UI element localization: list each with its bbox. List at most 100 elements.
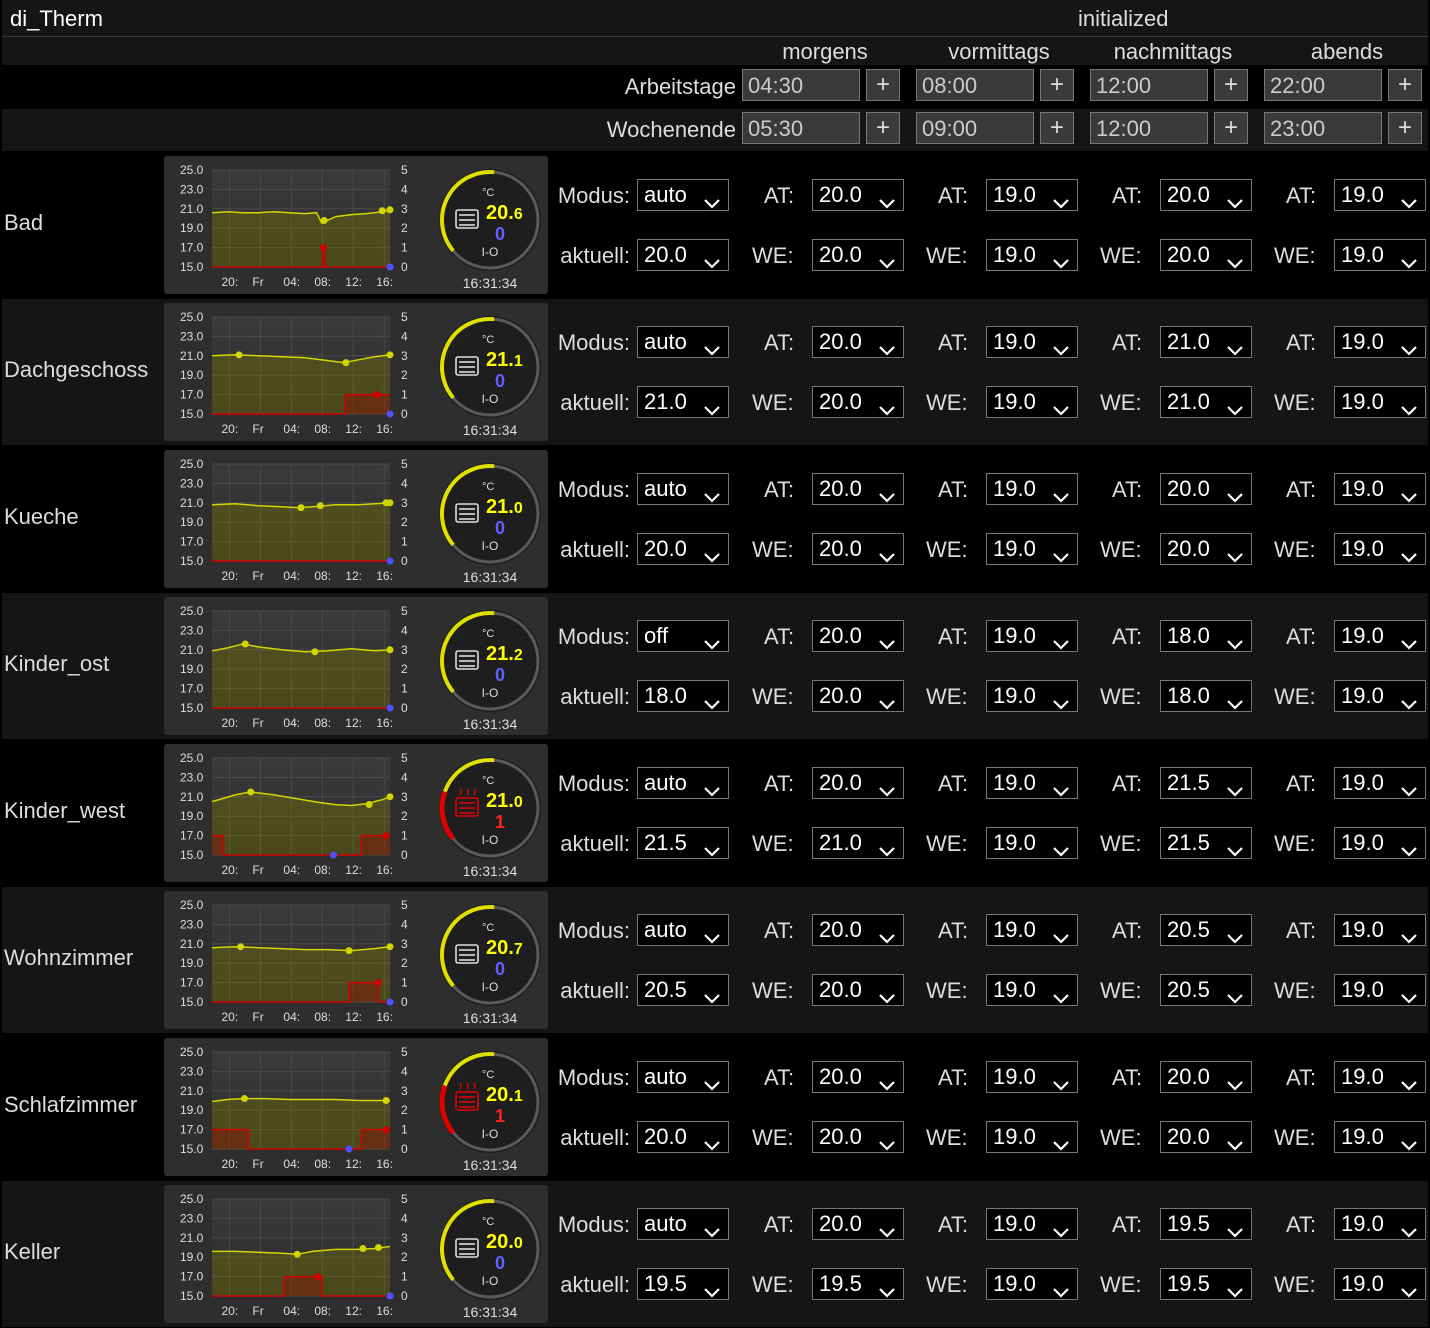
we-select[interactable]: 19.0 — [986, 1121, 1078, 1153]
room-status-panel[interactable]: 25.0 23.0 21.0 19.0 17.0 15.0 5 4 3 2 1 0 20: Fr 04: 08… — [164, 597, 548, 735]
add-time-button[interactable]: + — [1040, 112, 1074, 144]
we-select[interactable]: 20.0 — [1160, 1121, 1252, 1153]
add-time-button[interactable]: + — [1388, 69, 1422, 101]
we-select[interactable]: 19.5 — [812, 1268, 904, 1300]
modus-select[interactable]: auto — [637, 914, 729, 946]
at-select[interactable]: 19.0 — [986, 1061, 1078, 1093]
modus-select[interactable]: off — [637, 620, 729, 652]
room-status-panel[interactable]: 25.0 23.0 21.0 19.0 17.0 15.0 5 4 3 2 1 0 20: Fr 04: 08… — [164, 891, 548, 1029]
aktuell-select[interactable]: 20.0 — [637, 533, 729, 565]
we-select[interactable]: 19.0 — [986, 386, 1078, 418]
time-input[interactable]: 05:30 — [742, 112, 860, 144]
room-status-panel[interactable]: 25.0 23.0 21.0 19.0 17.0 15.0 5 4 3 2 1 0 20: Fr 04: 08… — [164, 156, 548, 294]
at-select[interactable]: 19.0 — [986, 326, 1078, 358]
aktuell-select[interactable]: 20.0 — [637, 1121, 729, 1153]
at-select[interactable]: 19.0 — [986, 1208, 1078, 1240]
room-status-panel[interactable]: 25.0 23.0 21.0 19.0 17.0 15.0 5 4 3 2 1 0 20: Fr 04: 08… — [164, 744, 548, 882]
add-time-button[interactable]: + — [1040, 69, 1074, 101]
at-select[interactable]: 19.0 — [986, 620, 1078, 652]
room-status-panel[interactable]: 25.0 23.0 21.0 19.0 17.0 15.0 5 4 3 2 1 0 20: Fr 04: 08… — [164, 1185, 548, 1323]
we-select[interactable]: 19.0 — [1334, 680, 1426, 712]
modus-select[interactable]: auto — [637, 1208, 729, 1240]
time-input[interactable]: 12:00 — [1090, 112, 1208, 144]
room-status-panel[interactable]: 25.0 23.0 21.0 19.0 17.0 15.0 5 4 3 2 1 0 20: Fr 04: 08… — [164, 450, 548, 588]
we-select[interactable]: 19.0 — [1334, 386, 1426, 418]
time-input[interactable]: 04:30 — [742, 69, 860, 101]
at-select[interactable]: 21.5 — [1160, 767, 1252, 799]
at-select[interactable]: 20.0 — [812, 1061, 904, 1093]
at-select[interactable]: 20.0 — [812, 473, 904, 505]
we-select[interactable]: 20.0 — [1160, 239, 1252, 271]
at-select[interactable]: 19.0 — [986, 914, 1078, 946]
at-select[interactable]: 20.0 — [1160, 473, 1252, 505]
at-select[interactable]: 20.0 — [812, 620, 904, 652]
at-select[interactable]: 19.0 — [1334, 1061, 1426, 1093]
we-select[interactable]: 19.0 — [986, 827, 1078, 859]
at-select[interactable]: 20.0 — [812, 767, 904, 799]
aktuell-select[interactable]: 21.0 — [637, 386, 729, 418]
at-select[interactable]: 19.0 — [1334, 473, 1426, 505]
at-select[interactable]: 19.5 — [1160, 1208, 1252, 1240]
at-select[interactable]: 19.0 — [1334, 326, 1426, 358]
aktuell-select[interactable]: 20.0 — [637, 239, 729, 271]
we-select[interactable]: 19.0 — [1334, 827, 1426, 859]
we-select[interactable]: 18.0 — [1160, 680, 1252, 712]
aktuell-select[interactable]: 21.5 — [637, 827, 729, 859]
time-input[interactable]: 09:00 — [916, 112, 1034, 144]
we-select[interactable]: 21.0 — [1160, 386, 1252, 418]
we-select[interactable]: 19.0 — [986, 974, 1078, 1006]
time-input[interactable]: 22:00 — [1264, 69, 1382, 101]
time-input[interactable]: 12:00 — [1090, 69, 1208, 101]
modus-select[interactable]: auto — [637, 767, 729, 799]
time-input[interactable]: 08:00 — [916, 69, 1034, 101]
aktuell-select[interactable]: 19.5 — [637, 1268, 729, 1300]
room-status-panel[interactable]: 25.0 23.0 21.0 19.0 17.0 15.0 5 4 3 2 1 0 20: Fr 04: 08… — [164, 303, 548, 441]
add-time-button[interactable]: + — [1388, 112, 1422, 144]
at-select[interactable]: 21.0 — [1160, 326, 1252, 358]
at-select[interactable]: 18.0 — [1160, 620, 1252, 652]
add-time-button[interactable]: + — [1214, 112, 1248, 144]
at-select[interactable]: 20.0 — [1160, 1061, 1252, 1093]
at-select[interactable]: 20.0 — [812, 914, 904, 946]
at-select[interactable]: 19.0 — [1334, 620, 1426, 652]
modus-select[interactable]: auto — [637, 473, 729, 505]
we-select[interactable]: 19.0 — [986, 533, 1078, 565]
at-select[interactable]: 19.0 — [1334, 1208, 1426, 1240]
we-select[interactable]: 20.0 — [812, 680, 904, 712]
aktuell-select[interactable]: 18.0 — [637, 680, 729, 712]
we-select[interactable]: 19.0 — [1334, 239, 1426, 271]
modus-select[interactable]: auto — [637, 326, 729, 358]
we-select[interactable]: 19.0 — [986, 239, 1078, 271]
at-select[interactable]: 20.0 — [812, 179, 904, 211]
we-select[interactable]: 19.0 — [986, 1268, 1078, 1300]
time-input[interactable]: 23:00 — [1264, 112, 1382, 144]
at-select[interactable]: 19.0 — [1334, 179, 1426, 211]
we-select[interactable]: 19.5 — [1160, 1268, 1252, 1300]
at-select[interactable]: 20.0 — [812, 1208, 904, 1240]
we-select[interactable]: 20.5 — [1160, 974, 1252, 1006]
we-select[interactable]: 19.0 — [1334, 974, 1426, 1006]
add-time-button[interactable]: + — [1214, 69, 1248, 101]
we-select[interactable]: 20.0 — [812, 974, 904, 1006]
we-select[interactable]: 19.0 — [1334, 1121, 1426, 1153]
we-select[interactable]: 20.0 — [1160, 533, 1252, 565]
we-select[interactable]: 19.0 — [1334, 533, 1426, 565]
we-select[interactable]: 20.0 — [812, 239, 904, 271]
we-select[interactable]: 20.0 — [812, 1121, 904, 1153]
at-select[interactable]: 19.0 — [1334, 767, 1426, 799]
at-select[interactable]: 19.0 — [986, 179, 1078, 211]
at-select[interactable]: 20.5 — [1160, 914, 1252, 946]
at-select[interactable]: 20.0 — [1160, 179, 1252, 211]
add-time-button[interactable]: + — [866, 69, 900, 101]
at-select[interactable]: 19.0 — [986, 473, 1078, 505]
we-select[interactable]: 21.5 — [1160, 827, 1252, 859]
room-status-panel[interactable]: 25.0 23.0 21.0 19.0 17.0 15.0 5 4 3 2 1 0 20: Fr 04: 08… — [164, 1038, 548, 1176]
aktuell-select[interactable]: 20.5 — [637, 974, 729, 1006]
we-select[interactable]: 19.0 — [986, 680, 1078, 712]
we-select[interactable]: 21.0 — [812, 827, 904, 859]
at-select[interactable]: 20.0 — [812, 326, 904, 358]
we-select[interactable]: 19.0 — [1334, 1268, 1426, 1300]
modus-select[interactable]: auto — [637, 1061, 729, 1093]
add-time-button[interactable]: + — [866, 112, 900, 144]
modus-select[interactable]: auto — [637, 179, 729, 211]
